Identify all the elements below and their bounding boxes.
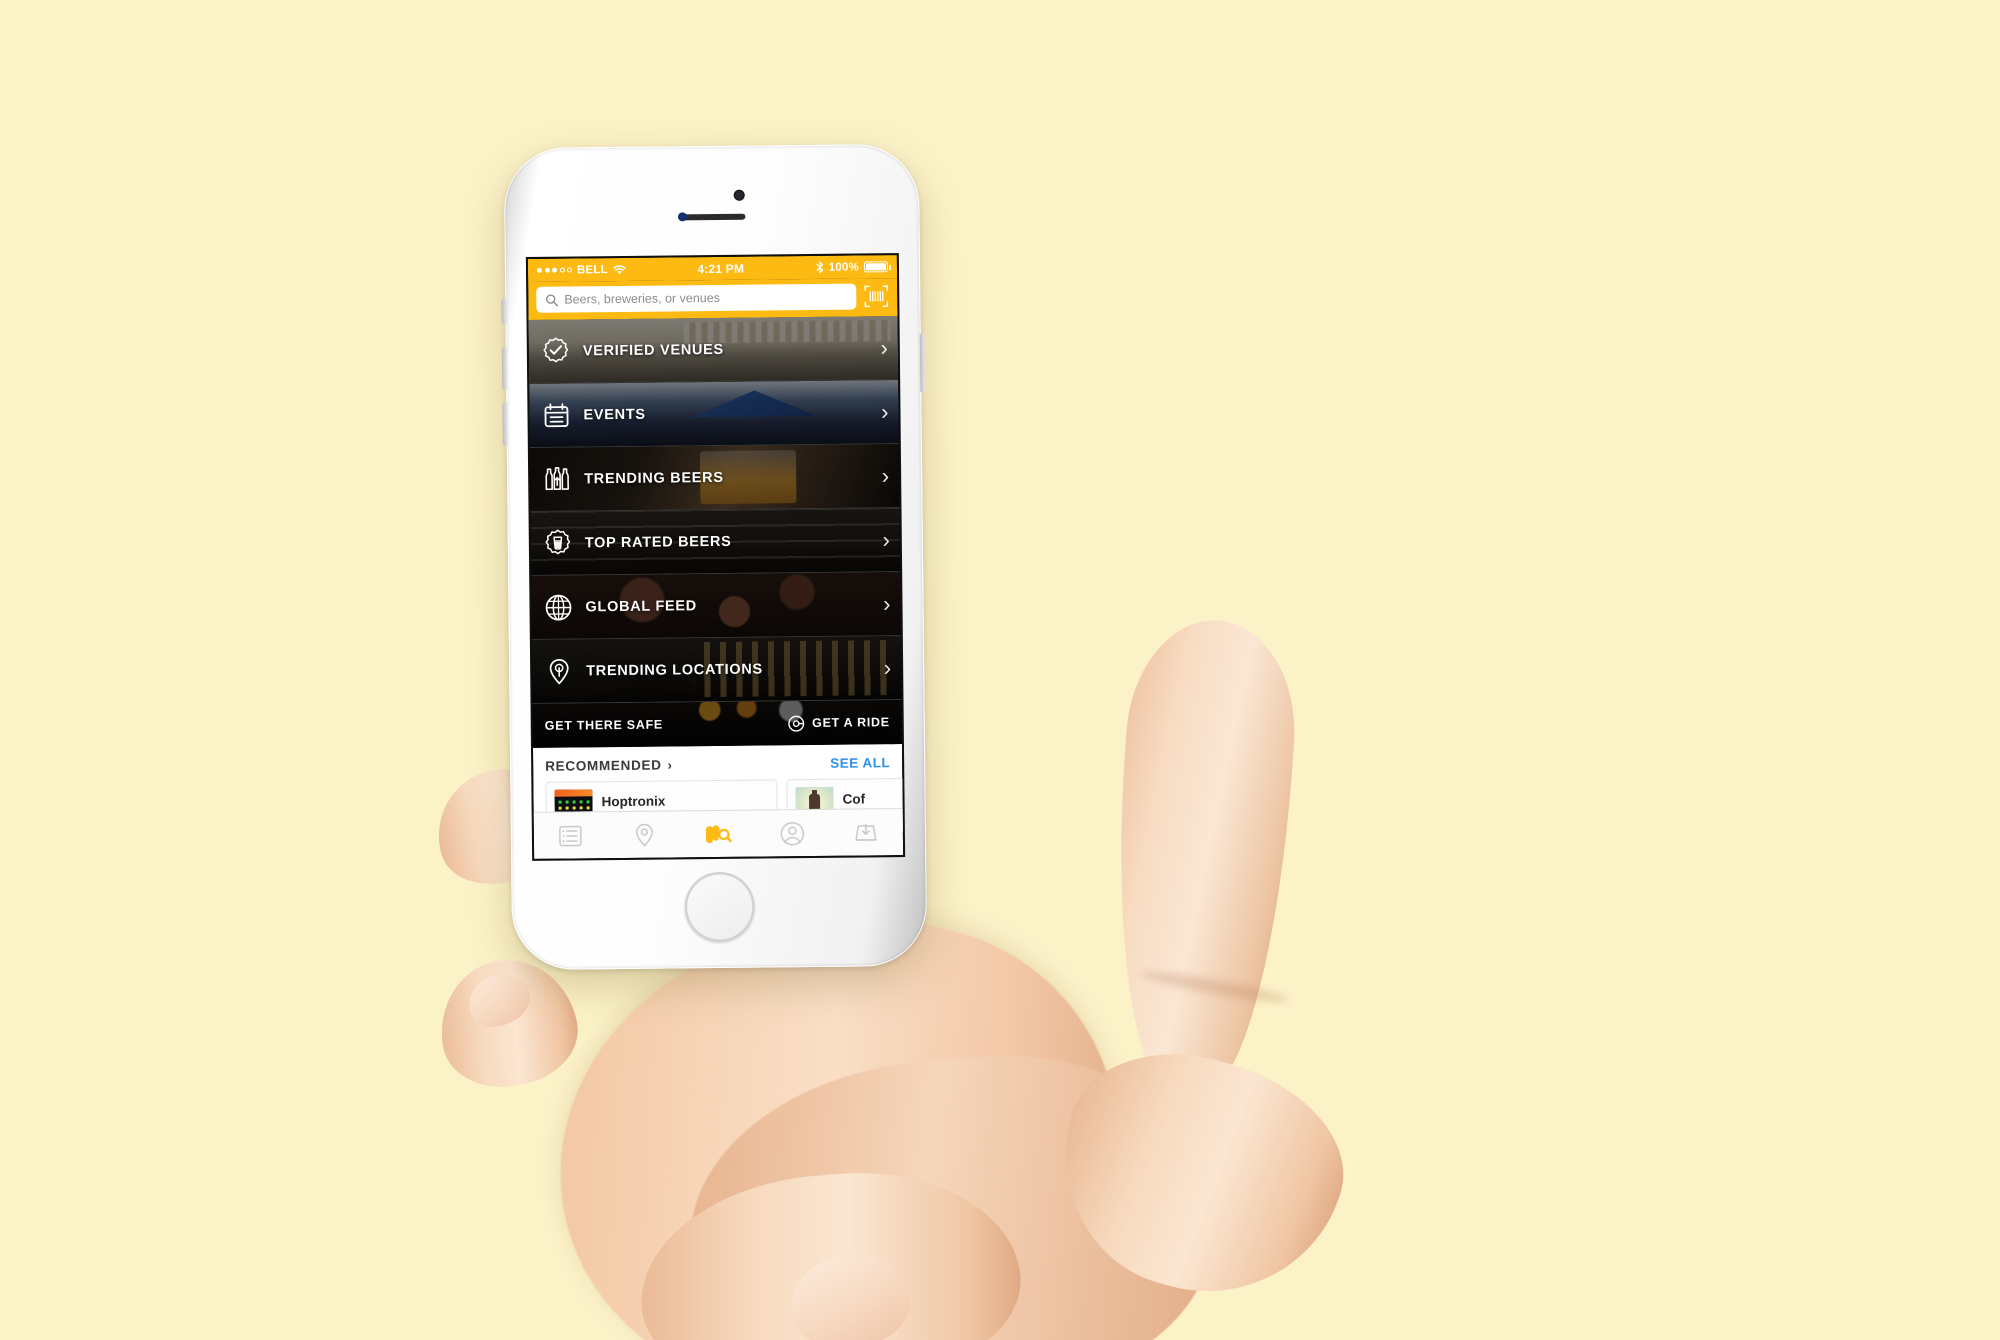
chevron-right-icon: › <box>881 398 889 424</box>
menu-row-verified-venues[interactable]: VERIFIED VENUES › <box>528 316 899 384</box>
get-a-ride-action[interactable]: GET A RIDE <box>788 714 890 732</box>
proximity-sensor-icon <box>677 212 687 222</box>
search-placeholder: Beers, breweries, or venues <box>564 290 721 307</box>
see-all-link[interactable]: SEE ALL <box>830 755 890 771</box>
home-button[interactable] <box>683 871 755 943</box>
hand-holding-phone <box>0 0 2000 1340</box>
recommended-title: RECOMMENDED <box>545 757 662 774</box>
chevron-right-icon: › <box>883 590 891 616</box>
chevron-right-icon: › <box>882 526 890 552</box>
chevron-right-icon[interactable]: › <box>668 757 673 772</box>
menu-row-label: TOP RATED BEERS <box>584 533 732 551</box>
menu-row-events[interactable]: EVENTS › <box>529 380 899 448</box>
menu-row-label: TRENDING LOCATIONS <box>586 661 763 679</box>
volume-up-button[interactable] <box>501 346 508 391</box>
fingernail-middle <box>460 964 538 1036</box>
silent-switch[interactable] <box>501 298 507 325</box>
tab-profile[interactable] <box>755 820 829 846</box>
rated-glass-badge-icon <box>541 526 575 560</box>
thumb-lower <box>631 1158 1029 1340</box>
tab-nearby[interactable] <box>608 822 682 848</box>
thumb <box>1101 614 1303 1096</box>
search-bar: Beers, breweries, or venues <box>528 278 898 320</box>
battery-percent-label: 100% <box>828 260 860 274</box>
search-icon <box>545 293 559 306</box>
battery-full-icon <box>863 261 889 273</box>
chevron-right-icon: › <box>883 654 892 680</box>
recommended-header: RECOMMENDED › SEE ALL <box>533 744 902 782</box>
recommended-card-name: Hoptronix <box>601 793 666 810</box>
recommended-card-name: Cof <box>842 791 866 807</box>
volume-down-button[interactable] <box>502 402 508 447</box>
menu-row-label: EVENTS <box>583 406 646 423</box>
menu-row-label: VERIFIED VENUES <box>582 341 724 359</box>
menu-row-label: GLOBAL FEED <box>585 597 697 615</box>
front-camera-icon <box>733 189 745 201</box>
finger-middle <box>430 949 586 1097</box>
location-pin-icon <box>542 654 576 688</box>
menu-row-trending-locations[interactable]: TRENDING LOCATIONS › <box>531 636 902 704</box>
menu-row-global-feed[interactable]: GLOBAL FEED › <box>531 572 901 640</box>
power-button[interactable] <box>919 333 926 392</box>
thumb-crease <box>1139 967 1291 1007</box>
search-input[interactable]: Beers, breweries, or venues <box>536 283 857 313</box>
wifi-icon <box>613 264 626 274</box>
menu-row-top-rated-beers[interactable]: TOP RATED BEERS › <box>530 508 901 576</box>
calendar-icon <box>539 398 573 432</box>
tab-inbox[interactable] <box>829 820 903 846</box>
get-there-safe-label: GET THERE SAFE <box>544 717 663 733</box>
list-icon <box>559 825 583 846</box>
bottom-tab-bar <box>533 808 904 859</box>
menu-row-label: TRENDING BEERS <box>584 469 724 487</box>
person-icon <box>780 821 804 845</box>
fingernail-thumb-lower <box>784 1247 916 1340</box>
hop-search-icon <box>705 824 732 843</box>
chevron-right-icon: › <box>881 462 890 488</box>
globe-icon <box>541 590 575 624</box>
beer-bottles-icon <box>540 462 574 496</box>
get-a-ride-bar[interactable]: GET THERE SAFE GET A RIDE <box>532 700 902 748</box>
menu-rows: VERIFIED VENUES › EVENTS › TRENDING BEER… <box>528 316 902 748</box>
barcode-scanner-icon[interactable] <box>863 283 889 309</box>
get-a-ride-label: GET A RIDE <box>812 715 890 730</box>
phone-device: BELL 4:21 PM 100% Beers, breweries, or v… <box>501 143 928 971</box>
tab-lists[interactable] <box>534 823 608 849</box>
inbox-icon <box>855 823 877 841</box>
verified-badge-icon <box>539 334 573 368</box>
location-pin-icon <box>636 823 654 847</box>
menu-row-trending-beers[interactable]: TRENDING BEERS › <box>529 444 900 512</box>
bluetooth-icon <box>816 261 823 274</box>
phone-screen: BELL 4:21 PM 100% Beers, breweries, or v… <box>527 255 904 859</box>
carrier-label: BELL <box>576 263 608 276</box>
tab-explore[interactable] <box>681 821 755 847</box>
clock: 4:21 PM <box>697 261 745 276</box>
signal-strength-icon <box>536 267 573 273</box>
earpiece-speaker <box>678 213 745 221</box>
ride-target-icon <box>788 715 805 732</box>
palm-heel <box>678 1042 1222 1340</box>
chevron-right-icon: › <box>880 334 888 360</box>
finger-ring <box>1033 1025 1367 1325</box>
